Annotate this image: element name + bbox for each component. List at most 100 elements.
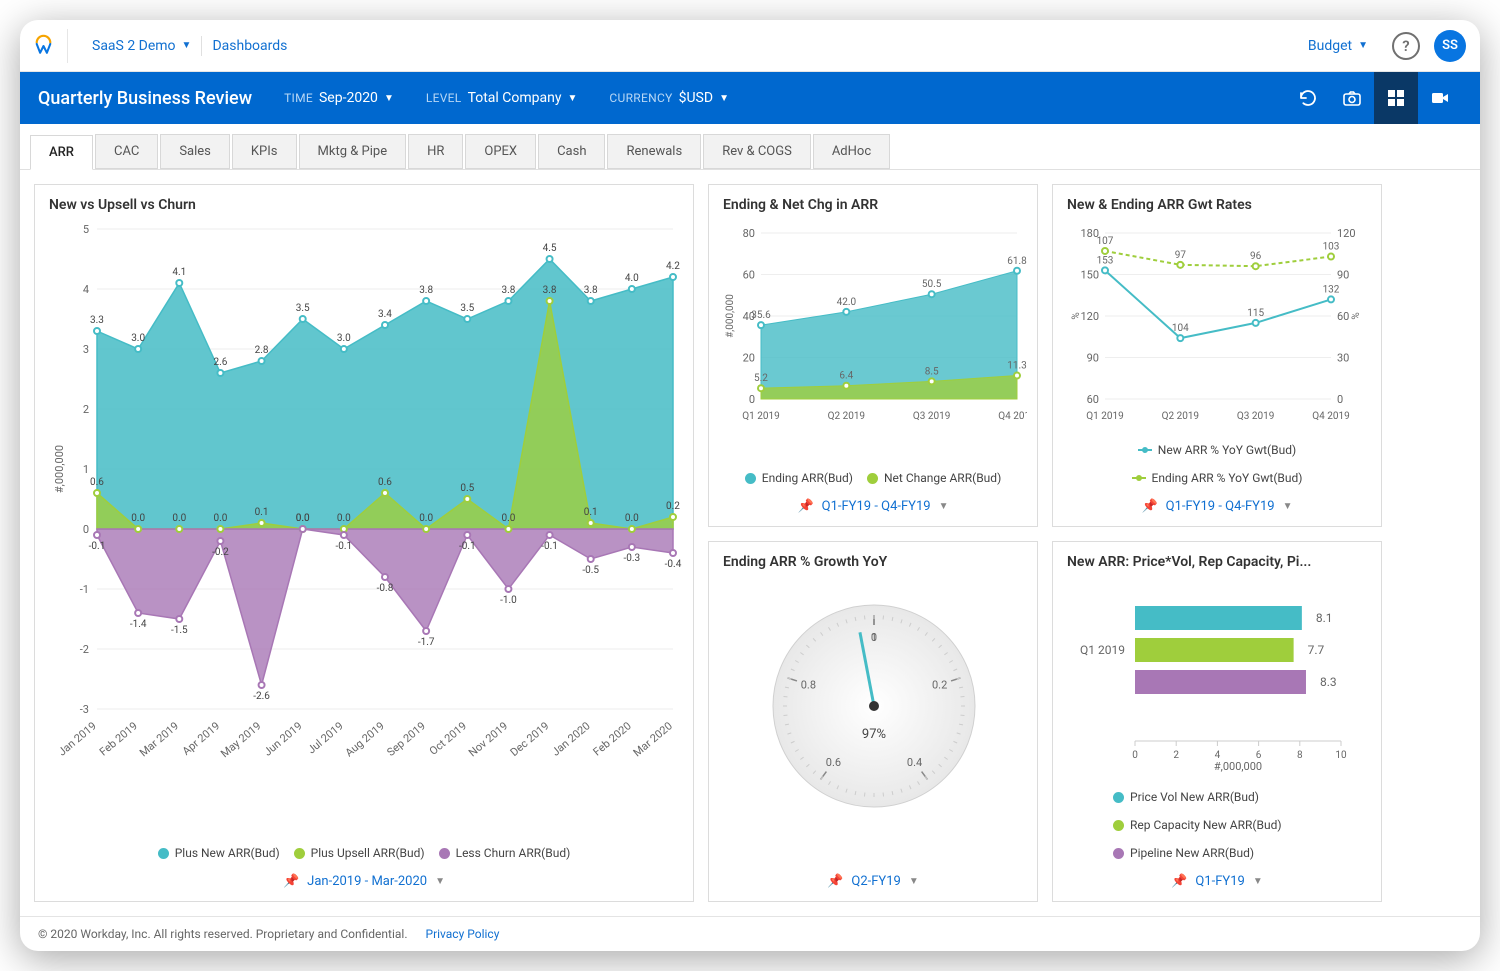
budget-selector[interactable]: Budget ▼ — [1298, 38, 1378, 54]
caret-down-icon: ▼ — [568, 93, 578, 104]
help-button[interactable]: ? — [1392, 32, 1420, 60]
svg-text:0.0: 0.0 — [172, 513, 186, 524]
svg-text:Mar 2020: Mar 2020 — [631, 719, 675, 759]
svg-text:-1: -1 — [80, 583, 89, 596]
svg-text:0: 0 — [1132, 750, 1138, 761]
present-button[interactable] — [1418, 72, 1462, 124]
svg-text:Oct 2019: Oct 2019 — [427, 719, 469, 757]
pin-icon: 📌 — [1171, 874, 1187, 889]
svg-text:Q4 2019: Q4 2019 — [998, 411, 1027, 422]
pin-icon: 📌 — [1141, 499, 1157, 514]
card-footer-range[interactable]: 📌 Q1-FY19 ▼ — [1053, 866, 1381, 901]
card-footer-range[interactable]: 📌 Q2-FY19 ▼ — [709, 866, 1037, 901]
svg-text:2: 2 — [1173, 750, 1179, 761]
caret-down-icon: ▼ — [384, 93, 394, 104]
svg-text:Feb 2019: Feb 2019 — [97, 719, 140, 758]
legend-item: Plus New ARR(Bud) — [158, 846, 280, 860]
svg-text:3.8: 3.8 — [584, 285, 598, 296]
chart-growth-rates: 60901201501800306090120%%153104115132107… — [1065, 219, 1371, 429]
level-selector[interactable]: LEVEL Total Company ▼ — [426, 90, 578, 106]
refresh-icon — [1298, 88, 1318, 108]
tab-adhoc[interactable]: AdHoc — [813, 134, 890, 169]
svg-text:Jun 2019: Jun 2019 — [261, 719, 304, 758]
card-title: Ending & Net Chg in ARR — [709, 185, 1037, 219]
svg-text:4: 4 — [83, 283, 89, 296]
svg-text:150: 150 — [1080, 269, 1099, 282]
tab-opex[interactable]: OPEX — [465, 134, 536, 169]
svg-text:3: 3 — [83, 343, 89, 356]
svg-text:3.8: 3.8 — [419, 285, 433, 296]
avatar[interactable]: SS — [1434, 30, 1466, 62]
svg-text:0: 0 — [749, 393, 755, 406]
svg-text:3.5: 3.5 — [460, 303, 474, 314]
currency-selector[interactable]: CURRENCY $USD ▼ — [609, 90, 729, 106]
tab-mktg-pipe[interactable]: Mktg & Pipe — [299, 134, 407, 169]
svg-text:Q2 2019: Q2 2019 — [1162, 411, 1199, 422]
svg-text:Apr 2019: Apr 2019 — [180, 719, 222, 758]
time-selector[interactable]: TIME Sep-2020 ▼ — [284, 90, 394, 106]
caret-down-icon: ▼ — [1358, 40, 1368, 51]
svg-text:42.0: 42.0 — [837, 297, 857, 308]
tab-renewals[interactable]: Renewals — [607, 134, 701, 169]
svg-text:0: 0 — [1337, 393, 1343, 406]
svg-text:Feb 2020: Feb 2020 — [591, 719, 634, 758]
svg-text:97: 97 — [1175, 250, 1187, 261]
svg-text:4.1: 4.1 — [172, 267, 186, 278]
legend-item: Net Change ARR(Bud) — [867, 471, 1001, 485]
tab-bar: ARRCACSalesKPIsMktg & PipeHROPEXCashRene… — [20, 124, 1480, 170]
svg-text:3.0: 3.0 — [131, 333, 145, 344]
svg-text:%: % — [1071, 312, 1082, 319]
tab-rev-cogs[interactable]: Rev & COGS — [703, 134, 811, 169]
svg-text:0.6: 0.6 — [90, 477, 104, 488]
grid-view-button[interactable] — [1374, 72, 1418, 124]
budget-label: Budget — [1308, 38, 1352, 54]
tab-arr[interactable]: ARR — [30, 135, 93, 170]
svg-text:0.2: 0.2 — [932, 679, 947, 692]
svg-text:-0.1: -0.1 — [336, 541, 353, 552]
svg-text:8.1: 8.1 — [1316, 611, 1333, 625]
svg-text:0.0: 0.0 — [419, 513, 433, 524]
legend: Ending ARR(Bud)Net Change ARR(Bud) — [709, 465, 1037, 491]
svg-text:2.8: 2.8 — [255, 345, 269, 356]
page-header: Quarterly Business Review TIME Sep-2020 … — [20, 72, 1480, 124]
legend-item: Rep Capacity New ARR(Bud) — [1113, 818, 1282, 832]
tab-cash[interactable]: Cash — [538, 134, 605, 169]
card-footer-range[interactable]: 📌 Jan-2019 - Mar-2020 ▼ — [35, 866, 693, 901]
svg-text:Q3 2019: Q3 2019 — [1237, 411, 1274, 422]
legend-item: Less Churn ARR(Bud) — [439, 846, 571, 860]
breadcrumb-dashboards[interactable]: Dashboards — [202, 38, 297, 54]
card-title: New ARR: Price*Vol, Rep Capacity, Pi... — [1053, 542, 1381, 576]
snapshot-button[interactable] — [1330, 72, 1374, 124]
svg-text:132: 132 — [1323, 284, 1340, 295]
card-footer-range[interactable]: 📌 Q1-FY19 - Q4-FY19 ▼ — [1053, 491, 1381, 526]
card-footer-range[interactable]: 📌 Q1-FY19 - Q4-FY19 ▼ — [709, 491, 1037, 526]
svg-text:60: 60 — [743, 269, 755, 282]
svg-text:0.0: 0.0 — [296, 513, 310, 524]
svg-text:#,000,000: #,000,000 — [725, 294, 736, 338]
svg-text:Jan 2020: Jan 2020 — [549, 719, 592, 758]
chart-gauge: 00.20.40.60.8197% — [721, 576, 1027, 816]
workspace-name: SaaS 2 Demo — [92, 38, 176, 54]
svg-text:103: 103 — [1323, 242, 1340, 253]
svg-text:11.3: 11.3 — [1007, 361, 1027, 372]
svg-text:1: 1 — [871, 631, 877, 644]
svg-text:3.8: 3.8 — [501, 285, 515, 296]
tab-hr[interactable]: HR — [408, 134, 463, 169]
tab-sales[interactable]: Sales — [160, 134, 230, 169]
tab-cac[interactable]: CAC — [95, 134, 158, 169]
svg-text:Jan 2019: Jan 2019 — [56, 719, 99, 758]
svg-text:7.7: 7.7 — [1308, 643, 1325, 657]
pin-icon: 📌 — [283, 874, 299, 889]
legend: Plus New ARR(Bud)Plus Upsell ARR(Bud)Les… — [35, 840, 693, 866]
tab-kpis[interactable]: KPIs — [232, 134, 297, 169]
pin-icon: 📌 — [827, 874, 843, 889]
svg-text:Q2 2019: Q2 2019 — [828, 411, 865, 422]
topbar: SaaS 2 Demo ▼ Dashboards Budget ▼ ? SS — [20, 20, 1480, 72]
svg-text:-1.0: -1.0 — [500, 595, 517, 606]
svg-text:-0.1: -0.1 — [541, 541, 558, 552]
privacy-link[interactable]: Privacy Policy — [426, 927, 500, 941]
workspace-selector[interactable]: SaaS 2 Demo ▼ — [82, 38, 201, 54]
svg-text:0.0: 0.0 — [131, 513, 145, 524]
refresh-button[interactable] — [1286, 72, 1330, 124]
svg-text:90: 90 — [1337, 269, 1349, 282]
